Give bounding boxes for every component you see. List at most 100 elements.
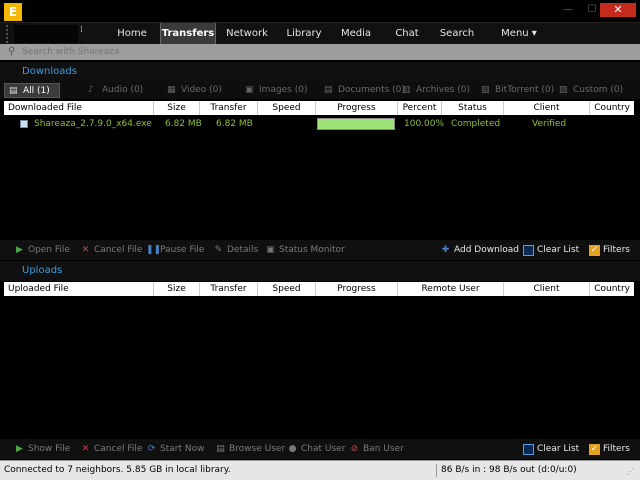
open-file-button[interactable]: ▶ Open File — [14, 240, 70, 260]
column-header[interactable]: Size — [154, 282, 200, 296]
column-header[interactable]: Uploaded File — [4, 282, 154, 296]
column-header[interactable]: Progress — [316, 282, 398, 296]
button-label: Filters — [603, 245, 630, 255]
maximize-button[interactable]: ☐ — [586, 3, 598, 17]
status-bandwidth: 86 B/s in : 98 B/s out (d:0/u:0) — [441, 465, 577, 475]
column-header[interactable]: Client — [504, 101, 590, 115]
audio-icon: ♪ — [88, 85, 94, 95]
browse-user-button[interactable]: ▤ Browse User — [215, 439, 285, 459]
filters-button[interactable]: ✓ Filters — [589, 240, 630, 260]
chat-user-button[interactable]: ● Chat User — [287, 439, 346, 459]
downloads-table-header: Downloaded File Size Transfer Speed Prog… — [4, 101, 634, 115]
filter-bittorrent[interactable]: ▧ BitTorrent (0) — [481, 83, 554, 98]
button-label: Pause File — [160, 245, 205, 255]
add-download-button[interactable]: ✚ Add Download — [440, 240, 519, 260]
show-file-button[interactable]: ▶ Show File — [14, 439, 70, 459]
close-button[interactable]: ✕ — [600, 3, 636, 17]
ban-user-button[interactable]: ⊘ Ban User — [349, 439, 404, 459]
documents-icon: ▤ — [324, 85, 333, 95]
column-header[interactable]: Country — [590, 101, 634, 115]
button-label: Show File — [28, 444, 71, 454]
chat-icon: ● — [288, 444, 297, 454]
file-icon — [20, 120, 28, 128]
app-logo[interactable]: E — [4, 3, 22, 21]
uploads-toolbar: ▶ Show File ✕ Cancel File ⟳ Start Now ▤ … — [0, 439, 640, 459]
title-bar: E — ☐ ✕ — [0, 0, 640, 22]
details-button[interactable]: ✎ Details — [213, 240, 258, 260]
filter-custom[interactable]: ▨ Custom (0) — [559, 83, 623, 98]
column-header[interactable]: Size — [154, 101, 200, 115]
column-header[interactable]: Client — [504, 282, 590, 296]
uploads-list[interactable] — [4, 296, 634, 436]
button-label: Cancel File — [94, 245, 143, 255]
filter-archives[interactable]: ▥ Archives (0) — [402, 83, 470, 98]
filter-label: BitTorrent (0) — [495, 85, 555, 95]
clear-upload-list-button[interactable]: Clear List — [523, 439, 579, 459]
clear-list-button[interactable]: Clear List — [523, 240, 579, 260]
download-file-name: Shareaza_2.7.9.0_x64.exe — [34, 119, 152, 129]
nav-menu[interactable]: Menu ▾ — [496, 23, 542, 45]
filter-label: Images (0) — [259, 85, 308, 95]
column-header[interactable]: Transfer — [200, 101, 258, 115]
start-icon: ⟳ — [147, 444, 156, 454]
button-label: Status Monitor — [279, 245, 345, 255]
downloads-list[interactable]: Shareaza_2.7.9.0_x64.exe 6.82 MB 6.82 MB… — [4, 115, 634, 237]
nav-library[interactable]: Library — [282, 23, 326, 45]
filter-label: Documents (0) — [338, 85, 405, 95]
custom-icon: ▨ — [559, 85, 568, 95]
bittorrent-icon: ▧ — [481, 85, 490, 95]
filter-audio[interactable]: ♪ Audio (0) — [88, 83, 143, 98]
button-label: Start Now — [160, 444, 205, 454]
download-size: 6.82 MB — [165, 119, 202, 129]
filter-label: Archives (0) — [416, 85, 470, 95]
nav-search[interactable]: Search — [436, 23, 478, 45]
nav-network[interactable]: Network — [222, 23, 272, 45]
quick-search-bar: ⚲ — [0, 44, 640, 60]
search-input[interactable] — [22, 45, 222, 59]
column-header[interactable]: Country — [590, 282, 634, 296]
button-label: Chat User — [301, 444, 346, 454]
filter-documents[interactable]: ▤ Documents (0) — [324, 83, 405, 98]
button-label: Details — [227, 245, 259, 255]
pause-file-button[interactable]: ❚❚ Pause File — [146, 240, 204, 260]
download-status: Completed — [451, 119, 501, 129]
filter-all[interactable]: ▤ All (1) — [4, 83, 60, 98]
filter-video[interactable]: ▦ Video (0) — [167, 83, 222, 98]
resize-grip-icon[interactable]: ⋰ — [626, 467, 636, 477]
filter-label: Custom (0) — [573, 85, 624, 95]
clear-list-icon — [523, 245, 534, 256]
upload-filters-button[interactable]: ✓ Filters — [589, 439, 630, 459]
status-monitor-button[interactable]: ▣ Status Monitor — [265, 240, 345, 260]
download-progress-bar — [317, 118, 395, 130]
table-row[interactable]: Shareaza_2.7.9.0_x64.exe 6.82 MB 6.82 MB… — [4, 117, 634, 131]
cancel-upload-button[interactable]: ✕ Cancel File — [80, 439, 143, 459]
start-now-button[interactable]: ⟳ Start Now — [146, 439, 205, 459]
nav-home[interactable]: Home — [110, 23, 154, 45]
main-nav: ⁞ Home Transfers Network Library Media C… — [0, 22, 640, 45]
column-header[interactable]: Status — [442, 101, 504, 115]
nav-transfers[interactable]: Transfers — [160, 23, 216, 45]
cancel-file-button[interactable]: ✕ Cancel File — [80, 240, 143, 260]
nav-handle-icon[interactable]: ⁞ — [80, 25, 92, 43]
minimize-button[interactable]: — — [562, 3, 574, 17]
filter-images[interactable]: ▣ Images (0) — [245, 83, 308, 98]
nav-media[interactable]: Media — [336, 23, 376, 45]
column-header[interactable]: Speed — [258, 282, 316, 296]
column-header[interactable]: Percent — [398, 101, 442, 115]
column-header[interactable]: Progress — [316, 101, 398, 115]
nav-chat[interactable]: Chat — [390, 23, 424, 45]
clear-list-icon — [523, 444, 534, 455]
button-label: Browse User — [229, 444, 286, 454]
column-header[interactable]: Remote User — [398, 282, 504, 296]
download-speed — [262, 117, 312, 131]
search-icon: ⚲ — [8, 46, 16, 57]
column-header[interactable]: Downloaded File — [4, 101, 154, 115]
column-header[interactable]: Speed — [258, 101, 316, 115]
archives-icon: ▥ — [402, 85, 411, 95]
status-connection: Connected to 7 neighbors. 5.85 GB in loc… — [4, 465, 231, 475]
column-header[interactable]: Transfer — [200, 282, 258, 296]
add-icon: ✚ — [441, 245, 450, 255]
button-label: Filters — [603, 444, 630, 454]
details-icon: ✎ — [214, 245, 223, 255]
uploads-title: Uploads — [0, 261, 640, 281]
